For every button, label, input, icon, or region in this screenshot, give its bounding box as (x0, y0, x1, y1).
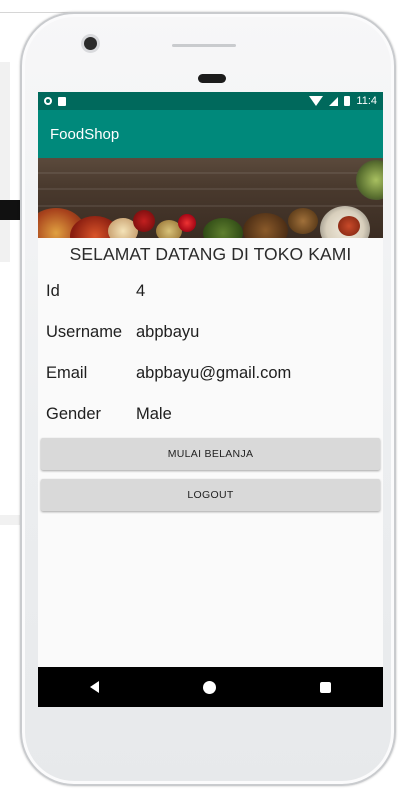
status-bar: 11:4 (38, 92, 383, 110)
app-bar: FoodShop (38, 110, 383, 158)
welcome-heading: SELAMAT DATANG DI TOKO KAMI (69, 244, 352, 264)
home-icon[interactable] (203, 680, 216, 694)
id-label: Id (46, 282, 60, 300)
background-window-edge (0, 62, 10, 262)
email-label: Email (46, 364, 88, 382)
app-title: FoodShop (50, 125, 120, 143)
sd-card-icon (58, 96, 66, 106)
food-banner-image (38, 158, 383, 238)
profile-info: Id 4 Username abpbayu Email abpbayu@gmai… (38, 271, 383, 435)
recent-apps-icon[interactable] (320, 681, 331, 693)
username-label: Username (46, 323, 123, 341)
username-value: abpbayu (136, 323, 200, 341)
logout-button[interactable]: LOGOUT (41, 479, 380, 511)
earpiece (198, 74, 226, 83)
gender-value: Male (136, 405, 172, 423)
profile-row-email: Email abpbayu@gmail.com (38, 353, 383, 394)
wifi-icon (309, 96, 324, 106)
background-dark-block (0, 200, 22, 220)
start-shopping-button[interactable]: MULAI BELANJA (41, 438, 380, 470)
id-value: 4 (136, 282, 146, 300)
status-time: 11:4 (356, 95, 377, 107)
battery-icon (344, 96, 351, 106)
speaker-grille (172, 44, 236, 47)
profile-row-gender: Gender Male (38, 394, 383, 435)
background-window-edge-bottom (0, 515, 20, 525)
front-camera-icon (84, 37, 97, 50)
back-icon[interactable] (90, 681, 99, 693)
email-value: abpbayu@gmail.com (136, 364, 292, 382)
gender-label: Gender (46, 405, 102, 423)
profile-row-id: Id 4 (38, 271, 383, 312)
signal-icon (329, 96, 339, 106)
profile-row-username: Username abpbayu (38, 312, 383, 353)
navigation-bar (38, 667, 383, 707)
app-screen: 11:4 FoodShop SELAMAT DATANG DI TOKO KAM… (38, 92, 383, 707)
notification-dot-icon (44, 97, 52, 105)
